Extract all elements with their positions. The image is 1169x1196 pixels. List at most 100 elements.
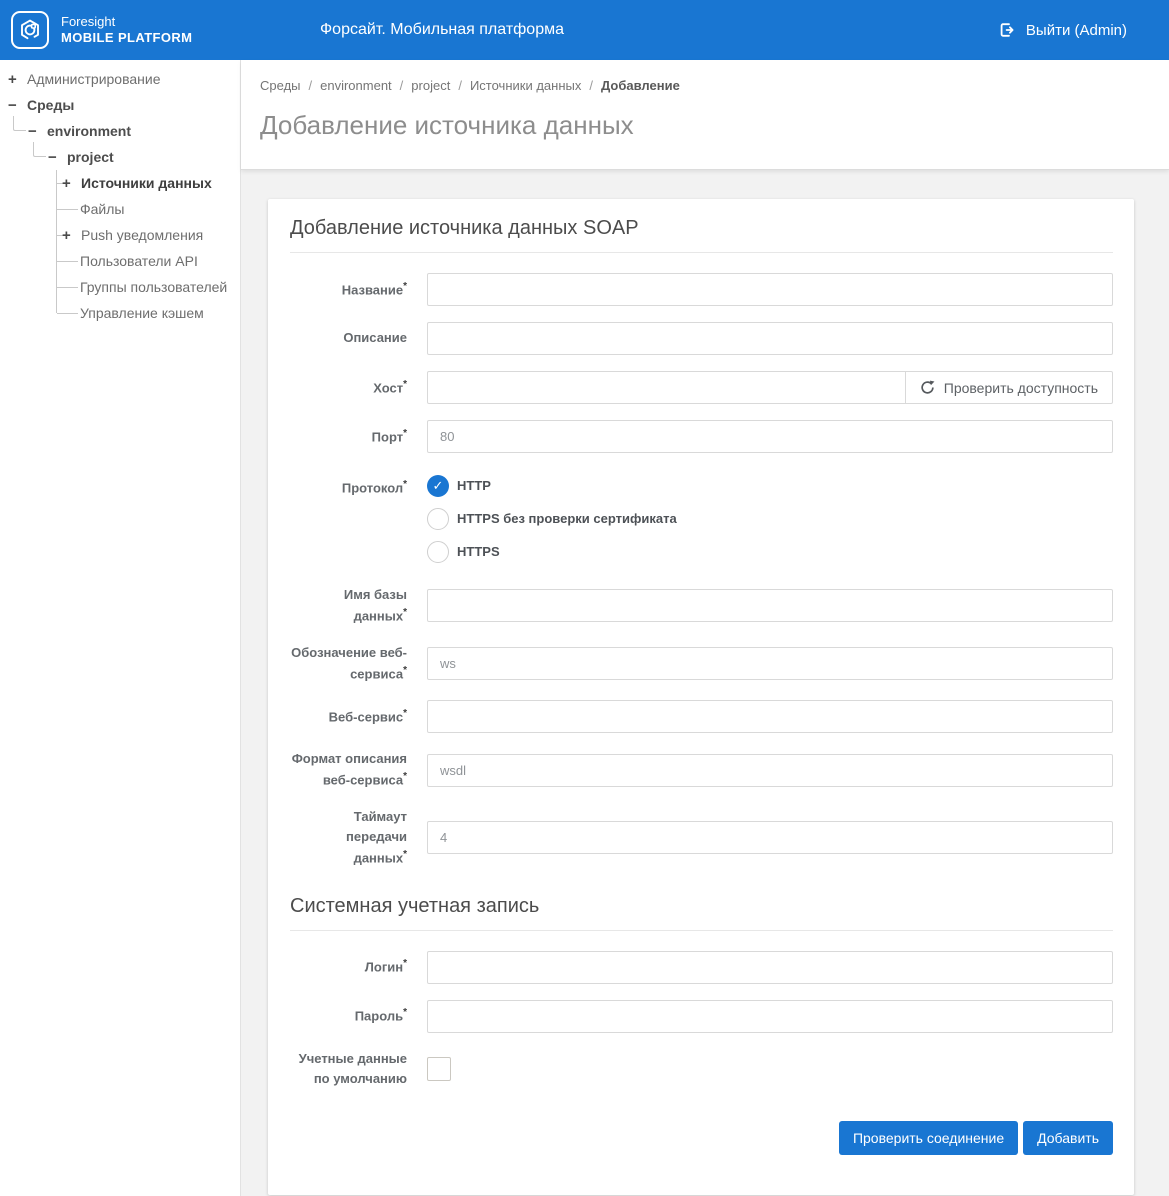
db-name-label: Имя базы данных* bbox=[343, 587, 407, 624]
form-row-default-credentials: Учетные данные по умолчанию bbox=[290, 1049, 1113, 1089]
form-row-description: Описание bbox=[290, 322, 1113, 355]
logout-button[interactable]: Выйти (Admin) bbox=[992, 0, 1133, 60]
radio-option-label: HTTPS без проверки сертификата bbox=[457, 511, 677, 526]
breadcrumb-item-project[interactable]: project bbox=[411, 78, 450, 93]
ws-format-input[interactable] bbox=[427, 753, 1113, 787]
breadcrumb-separator: / bbox=[399, 78, 404, 93]
page-content: Добавление источника данных SOAP Названи… bbox=[241, 170, 1169, 1196]
sidebar-item-administration[interactable]: + Администрирование bbox=[0, 66, 240, 92]
form-actions: Проверить соединение Добавить bbox=[290, 1120, 1113, 1155]
sidebar-item-files[interactable]: Файлы bbox=[0, 196, 240, 222]
collapse-toggle-icon[interactable]: − bbox=[48, 149, 63, 166]
port-label: Порт* bbox=[371, 427, 407, 445]
port-input[interactable] bbox=[427, 420, 1113, 453]
sign-out-icon bbox=[998, 21, 1016, 39]
tree-item-label: Управление кэшем bbox=[80, 305, 204, 321]
required-marker: * bbox=[403, 479, 407, 490]
protocol-label: Протокол* bbox=[341, 479, 407, 496]
check-availability-button[interactable]: Проверить доступность bbox=[904, 371, 1113, 404]
description-input[interactable] bbox=[427, 322, 1113, 355]
tree-item-label: environment bbox=[47, 123, 132, 139]
tree-item-label: Push уведомления bbox=[81, 227, 204, 243]
breadcrumb-separator: / bbox=[308, 78, 313, 93]
host-input[interactable] bbox=[427, 371, 906, 404]
refresh-icon bbox=[920, 380, 935, 395]
logout-label: Выйти (Admin) bbox=[1025, 21, 1127, 39]
password-label: Пароль* bbox=[354, 1007, 407, 1024]
form-row-host: Хост* Проверить доступность bbox=[290, 371, 1113, 404]
tree-item-label: Администрирование bbox=[27, 71, 161, 87]
foresight-logo-icon bbox=[11, 11, 49, 49]
required-marker: * bbox=[403, 664, 407, 676]
default-credentials-label: Учетные данные по умолчанию bbox=[298, 1050, 407, 1086]
default-credentials-checkbox[interactable] bbox=[427, 1056, 451, 1081]
sidebar-item-project[interactable]: − project bbox=[0, 144, 240, 170]
sidebar-item-user-groups[interactable]: Группы пользователей bbox=[0, 274, 240, 300]
required-marker: * bbox=[403, 378, 407, 390]
form-row-name: Название* bbox=[290, 273, 1113, 306]
logo-line2: MOBILE PLATFORM bbox=[61, 30, 193, 45]
form-row-port: Порт* bbox=[290, 420, 1113, 453]
radio-unselected-icon[interactable] bbox=[427, 540, 449, 563]
expand-toggle-icon[interactable]: + bbox=[62, 227, 77, 244]
login-input[interactable] bbox=[427, 950, 1113, 984]
host-label: Хост* bbox=[373, 378, 407, 396]
required-marker: * bbox=[403, 958, 407, 970]
required-marker: * bbox=[403, 1007, 407, 1019]
form-row-db-name: Имя базы данных* bbox=[290, 585, 1113, 627]
section-title-soap: Добавление источника данных SOAP bbox=[290, 217, 639, 239]
ws-format-label: Формат описания веб-сервиса* bbox=[291, 751, 407, 788]
form-row-ws-format: Формат описания веб-сервиса* bbox=[290, 749, 1113, 791]
form-row-ws-alias: Обозначение веб-сервиса* bbox=[290, 643, 1113, 685]
protocol-option-http[interactable]: ✓ HTTP bbox=[427, 469, 1113, 502]
required-marker: * bbox=[403, 707, 407, 719]
expand-toggle-icon[interactable]: + bbox=[8, 71, 23, 88]
data-source-form-card: Добавление источника данных SOAP Названи… bbox=[268, 199, 1134, 1195]
login-label: Логин* bbox=[364, 958, 407, 975]
app-header: Foresight MOBILE PLATFORM Форсайт. Мобил… bbox=[0, 0, 1169, 60]
required-marker: * bbox=[403, 607, 407, 619]
form-row-login: Логин* bbox=[290, 950, 1113, 984]
web-service-input[interactable] bbox=[427, 700, 1113, 734]
collapse-toggle-icon[interactable]: − bbox=[8, 97, 23, 114]
form-row-protocol: Протокол* ✓ HTTP HTTPS без проверки серт… bbox=[290, 469, 1113, 568]
add-button[interactable]: Добавить bbox=[1023, 1120, 1113, 1155]
protocol-option-https[interactable]: HTTPS bbox=[427, 535, 1113, 568]
sidebar-item-environments[interactable]: − Среды bbox=[0, 92, 240, 118]
sidebar-item-cache-management[interactable]: Управление кэшем bbox=[0, 300, 240, 326]
collapse-toggle-icon[interactable]: − bbox=[28, 123, 43, 140]
description-label: Описание bbox=[343, 330, 407, 346]
check-connection-button[interactable]: Проверить соединение bbox=[838, 1120, 1019, 1155]
ws-alias-input[interactable] bbox=[427, 646, 1113, 680]
breadcrumb-item-data-sources[interactable]: Источники данных bbox=[470, 78, 581, 93]
required-marker: * bbox=[403, 849, 407, 861]
sidebar-item-push-notifications[interactable]: + Push уведомления bbox=[0, 222, 240, 248]
breadcrumb-item-environment[interactable]: environment bbox=[320, 78, 392, 93]
section-title-account: Системная учетная запись bbox=[290, 894, 540, 917]
protocol-option-https-no-cert[interactable]: HTTPS без проверки сертификата bbox=[427, 502, 1113, 535]
name-input[interactable] bbox=[427, 273, 1113, 306]
tree-item-label: Пользователи API bbox=[80, 253, 198, 269]
db-name-input[interactable] bbox=[427, 589, 1113, 623]
expand-toggle-icon[interactable]: + bbox=[62, 175, 77, 192]
logo-text: Foresight MOBILE PLATFORM bbox=[61, 14, 192, 47]
password-input[interactable] bbox=[427, 999, 1113, 1033]
tree-item-label: project bbox=[67, 149, 114, 165]
breadcrumb-separator: / bbox=[458, 78, 462, 93]
radio-option-label: HTTPS bbox=[457, 544, 500, 559]
breadcrumb-item-environments[interactable]: Среды bbox=[260, 78, 301, 93]
sidebar-item-environment[interactable]: − environment bbox=[0, 118, 240, 144]
divider bbox=[290, 929, 1113, 931]
name-label: Название* bbox=[341, 280, 407, 298]
radio-option-label: HTTP bbox=[457, 478, 491, 493]
radio-unselected-icon[interactable] bbox=[427, 507, 449, 530]
form-row-password: Пароль* bbox=[290, 999, 1113, 1033]
required-marker: * bbox=[403, 280, 407, 292]
sidebar-item-api-users[interactable]: Пользователи API bbox=[0, 248, 240, 274]
page-topbar: Среды / environment / project / Источник… bbox=[241, 60, 1169, 170]
check-availability-label: Проверить доступность bbox=[943, 379, 1098, 396]
radio-selected-icon[interactable]: ✓ bbox=[427, 474, 449, 497]
timeout-label: Таймаут передачи данных* bbox=[346, 808, 407, 866]
timeout-input[interactable] bbox=[427, 821, 1113, 855]
sidebar-item-data-sources[interactable]: + Источники данных bbox=[0, 170, 240, 196]
